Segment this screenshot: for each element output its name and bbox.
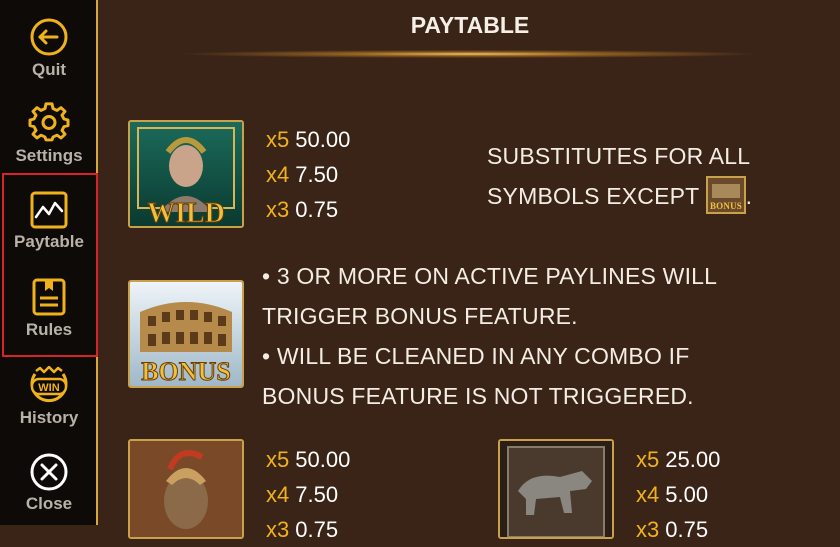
settings-button[interactable]: Settings — [0, 102, 98, 166]
gladiator-pay-row: x3 0.75 — [266, 517, 339, 542]
win-badge-text: WIN — [38, 382, 59, 394]
bonus-symbol-text: BONUS — [141, 357, 231, 386]
gear-icon — [28, 102, 70, 142]
gladiator-pay-row: x5 50.00 — [266, 447, 351, 472]
bonus-inline-icon: BONUS — [705, 175, 746, 214]
wild-pay-row: x4 7.50 — [266, 162, 339, 187]
close-icon — [30, 453, 68, 491]
wolf-pay-row: x4 5.00 — [636, 482, 709, 507]
gladiator-pay-list: x5 50.00 x4 7.50 x3 0.75 — [266, 442, 350, 547]
wild-pay-list: x5 50.00 x4 7.50 x3 0.75 — [266, 122, 350, 227]
history-win-icon: WIN — [30, 366, 68, 403]
bonus-symbol-icon: BONUS — [128, 280, 244, 388]
page-title: PAYTABLE — [410, 12, 530, 38]
wild-pay-row: x3 0.75 — [266, 197, 339, 222]
selection-highlight — [2, 173, 98, 357]
wolf-pay-list: x5 25.00 x4 5.00 x3 0.75 — [636, 442, 720, 547]
gladiator-pay-row: x4 7.50 — [266, 482, 339, 507]
title-divider — [185, 50, 755, 58]
wild-pay-row: x5 50.00 — [266, 127, 351, 152]
quit-icon — [30, 18, 68, 56]
paytable-panel: PAYTABLE WILD x5 50.00 x4 7.50 x3 0.75 SUBS… — [100, 0, 840, 542]
quit-label: Quit — [32, 60, 66, 79]
wild-description: SUBSTITUTES FOR ALL SYMBOLS EXCEPT BONUS… — [487, 136, 752, 216]
settings-label: Settings — [15, 146, 83, 165]
wild-symbol-icon: WILD — [128, 120, 244, 228]
wolf-pay-row: x5 25.00 — [636, 447, 721, 472]
wolf-pay-row: x3 0.75 — [636, 517, 709, 542]
bonus-description: • 3 OR MORE ON ACTIVE PAYLINES WILL TRIG… — [262, 263, 718, 409]
history-label: History — [19, 408, 79, 427]
quit-button[interactable]: Quit — [0, 16, 98, 80]
history-button[interactable]: WIN History — [0, 366, 98, 428]
gladiator-symbol-icon — [128, 439, 244, 539]
svg-text:BONUS: BONUS — [710, 201, 742, 211]
wolf-symbol-icon — [498, 439, 614, 539]
close-label: Close — [25, 494, 73, 513]
close-button[interactable]: Close — [0, 452, 98, 514]
wild-symbol-text: WILD — [147, 198, 225, 226]
